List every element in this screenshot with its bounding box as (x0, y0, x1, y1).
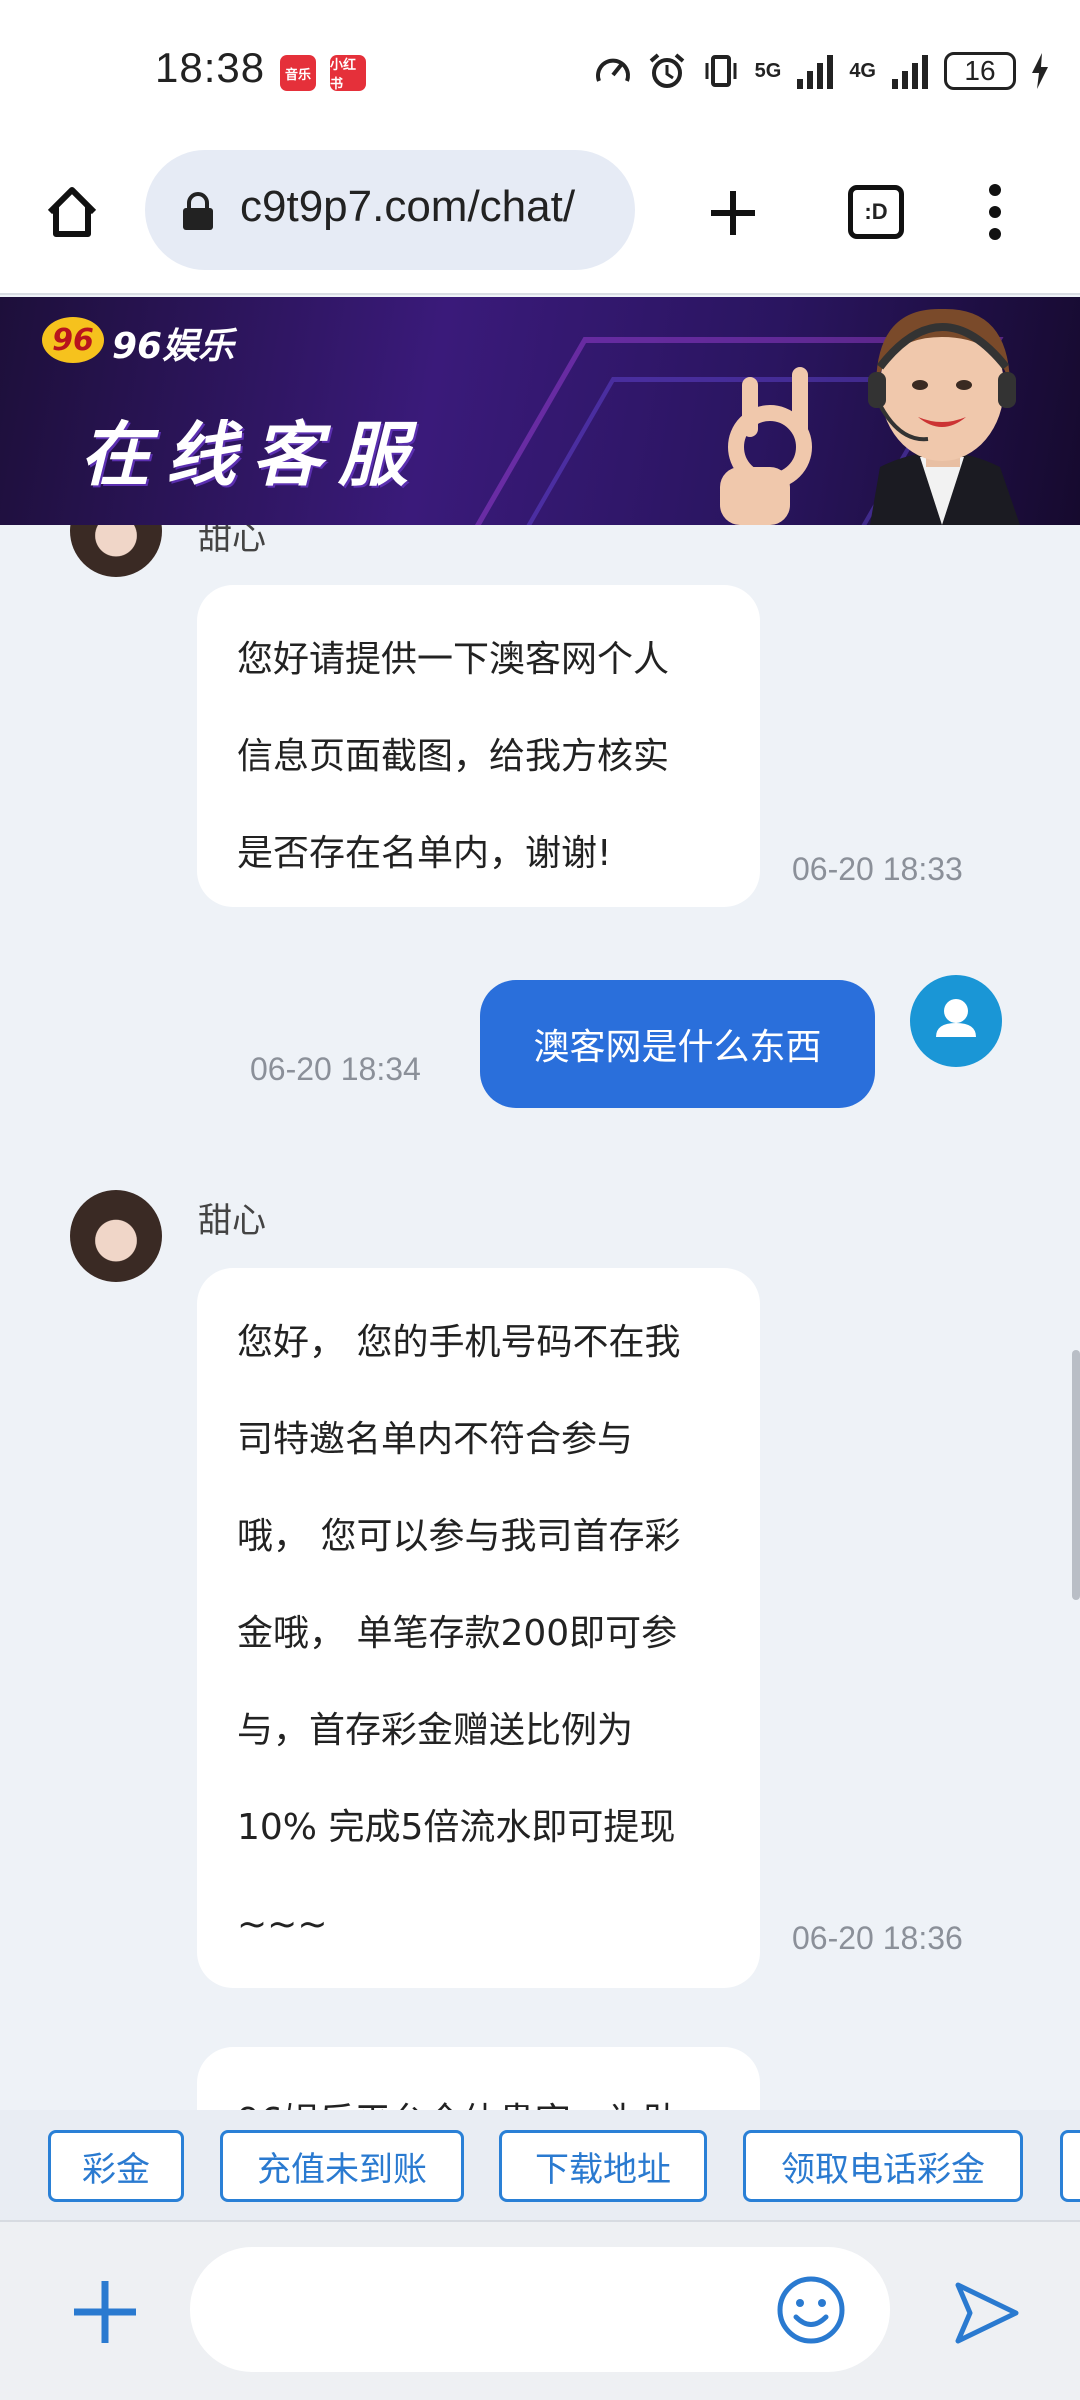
network-4g: 4G (849, 59, 876, 82)
message-timestamp: 06-20 18:33 (792, 851, 963, 887)
emoji-icon[interactable] (775, 2274, 847, 2346)
clock: 18:38 (155, 44, 266, 91)
message-line: 10% 完成5倍流水即可提现 (237, 1807, 676, 1848)
agent-name: 甜心 (198, 1201, 266, 1241)
xiaohongshu-app-icon: 小红书 (330, 55, 366, 92)
music-app-icon: 音乐 (280, 55, 316, 91)
brand-name: 96娱乐 (112, 326, 235, 367)
network-5g: 5G (754, 60, 782, 82)
message-line: 您好请提供一下澳客网个人 (237, 639, 670, 680)
browser-toolbar: c9t9p7.com/chat/ :D (0, 140, 1080, 295)
message-line: 金哦， 单笔存款200即可参 (237, 1613, 678, 1654)
chat-messages[interactable]: 甜心 您好请提供一下澳客网个人 信息页面截图，给我方核实 是否存在名单内，谢谢!… (0, 525, 1080, 2110)
home-icon[interactable] (42, 182, 102, 242)
agent-avatar (70, 1190, 162, 1282)
message-line: 司特邀名单内不符合参与 (237, 1419, 634, 1460)
message-text: 澳客网是什么东西 (533, 1027, 822, 1068)
support-agent-illustration (720, 308, 1020, 525)
banner-title: 在线客服 (80, 413, 424, 496)
speed-icon (595, 58, 630, 82)
charging-icon (1032, 53, 1048, 89)
address-bar[interactable]: c9t9p7.com/chat/ (145, 150, 635, 270)
add-attachment-icon[interactable] (70, 2277, 140, 2347)
quick-reply-phone-bonus[interactable]: 领取电话彩金 (743, 2130, 1023, 2202)
quick-reply-more[interactable] (1060, 2130, 1080, 2202)
message-input-bar (0, 2220, 1080, 2400)
send-icon[interactable] (950, 2277, 1022, 2349)
message-line: 您好， 您的手机号码不在我 (237, 1322, 681, 1363)
quick-reply-bar: 彩金 充值未到账 下载地址 领取电话彩金 (0, 2110, 1080, 2220)
url-text: c9t9p7.com/chat/ (240, 182, 576, 231)
message-line: 是否存在名单内，谢谢! (237, 833, 612, 874)
alarm-icon (649, 53, 684, 88)
user-avatar (910, 975, 1002, 1067)
message-line: 哦， 您可以参与我司首存彩 (237, 1516, 681, 1557)
support-banner: 96 96娱乐 在线客服 (0, 297, 1080, 525)
user-message-bubble: 澳客网是什么东西 (480, 980, 875, 1108)
message-timestamp: 06-20 18:36 (792, 1920, 963, 1956)
signal-icon (797, 55, 834, 89)
agent-name: 甜心 (198, 525, 266, 558)
message-line: ~~~ (237, 1904, 328, 1945)
message-line: 信息页面截图，给我方核实 (237, 736, 670, 777)
signal-icon-2 (892, 55, 928, 89)
chat-scrollbar[interactable] (1072, 1350, 1080, 1600)
quick-reply-download[interactable]: 下载地址 (499, 2130, 707, 2202)
agent-avatar (70, 525, 162, 577)
user-icon (936, 999, 976, 1037)
battery-indicator: 16 (944, 52, 1016, 90)
message-line: 96娱乐平台全体贵宾，为助 (237, 2073, 720, 2110)
agent-message-bubble: 您好请提供一下澳客网个人 信息页面截图，给我方核实 是否存在名单内，谢谢! (197, 585, 760, 907)
brand-logo: 96 (42, 317, 104, 363)
agent-message-bubble: 96娱乐平台全体贵宾，为助 (197, 2047, 760, 2110)
status-icons: 5G 4G 16 (593, 48, 1050, 94)
lock-icon (183, 192, 213, 230)
message-input[interactable] (190, 2247, 890, 2372)
new-tab-icon[interactable] (705, 185, 761, 241)
message-line: 与，首存彩金赠送比例为 (237, 1710, 634, 1751)
quick-reply-bonus[interactable]: 彩金 (48, 2130, 184, 2202)
more-menu-icon[interactable] (985, 182, 1005, 242)
message-timestamp: 06-20 18:34 (250, 1051, 421, 1087)
tab-switcher-button[interactable]: :D (848, 185, 904, 239)
agent-message-bubble: 您好， 您的手机号码不在我 司特邀名单内不符合参与 哦， 您可以参与我司首存彩 … (197, 1268, 760, 1988)
vibrate-icon (705, 55, 737, 87)
status-bar: 18:38 音乐 小红书 5G 4G 16 (0, 0, 1080, 140)
quick-reply-recharge-missing[interactable]: 充值未到账 (220, 2130, 464, 2202)
